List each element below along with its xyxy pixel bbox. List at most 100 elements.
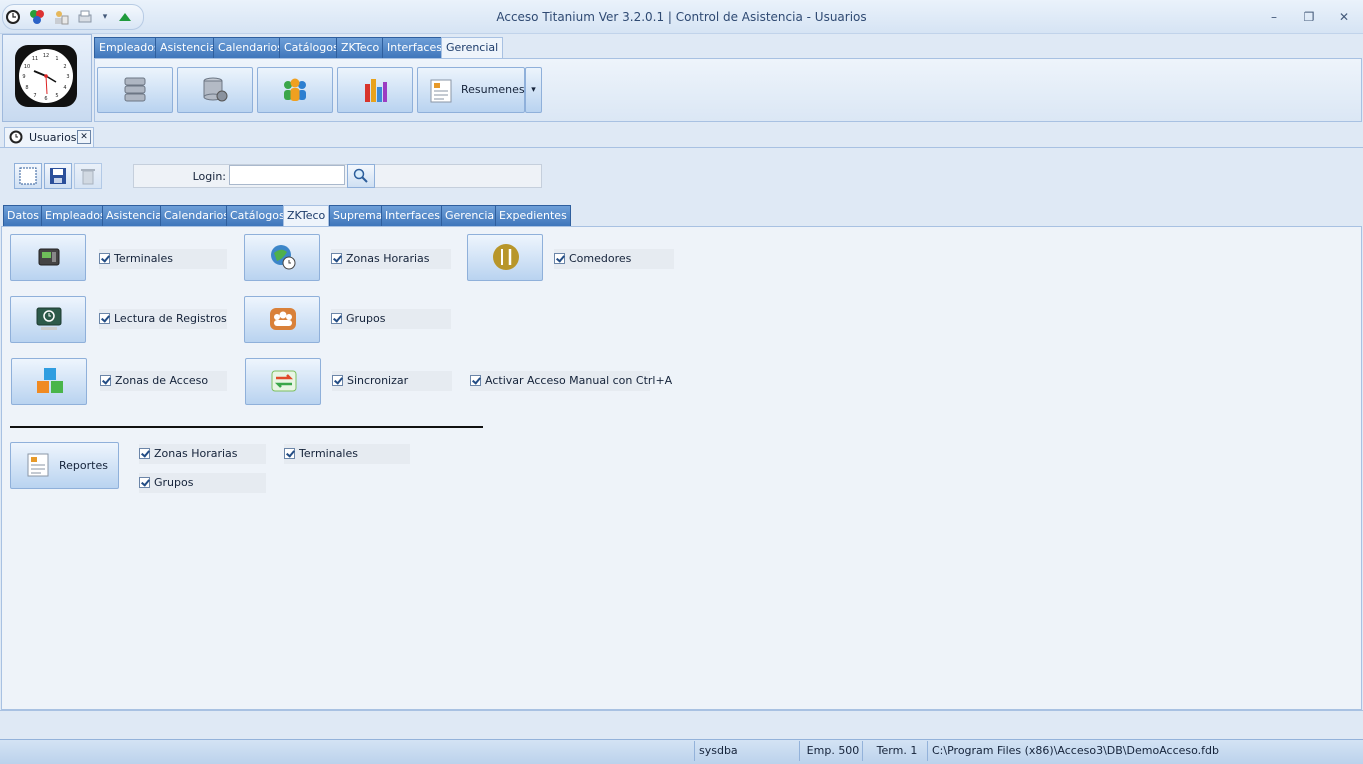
ribbon-tab-calendarios[interactable]: Calendarios — [213, 37, 288, 58]
app-menu-button[interactable]: 12 3 6 9 1245 7 8 10 11 — [2, 34, 92, 122]
resumenes-dropdown-button[interactable]: ▾ — [525, 67, 542, 113]
terminales-checkbox[interactable]: Terminales — [99, 249, 227, 269]
zonas-acceso-label: Zonas de Acceso — [115, 374, 209, 387]
close-button[interactable]: ✕ — [1330, 8, 1358, 26]
zonas-horarias-checkbox[interactable]: Zonas Horarias — [331, 249, 451, 269]
tab-calendarios[interactable]: Calendarios — [160, 205, 233, 226]
ribbon-tab-catalogos[interactable]: Catálogos — [279, 37, 344, 58]
tab-asistencia[interactable]: Asistencia — [102, 205, 166, 226]
bottom-panel — [0, 710, 1363, 739]
tab-gerencial[interactable]: Gerencial — [441, 205, 502, 226]
clock-tab-icon — [9, 130, 23, 147]
reportes-grupos-checkbox[interactable]: Grupos — [139, 473, 266, 493]
checkbox-checked-icon — [331, 253, 342, 264]
document-tab-close-button[interactable]: ✕ — [77, 130, 91, 144]
reportes-terminales-checkbox[interactable]: Terminales — [284, 444, 410, 464]
reportes-button[interactable]: Reportes — [10, 442, 119, 489]
login-label: Login: — [192, 170, 226, 183]
svg-text:9: 9 — [22, 74, 25, 80]
svg-text:11: 11 — [32, 56, 38, 62]
reportes-zonas-horarias-checkbox[interactable]: Zonas Horarias — [139, 444, 266, 464]
comedores-label: Comedores — [569, 252, 632, 265]
users-group-button[interactable] — [257, 67, 333, 113]
server-icon — [122, 76, 148, 104]
acceso-manual-label: Activar Acceso Manual con Ctrl+A — [485, 374, 673, 387]
tab-empleados[interactable]: Empleados — [41, 205, 110, 226]
terminal-device-icon — [35, 243, 63, 271]
checkbox-checked-icon — [331, 313, 342, 324]
status-employees: Emp. 500 — [799, 741, 862, 761]
svg-text:4: 4 — [63, 85, 66, 91]
database-server-button[interactable] — [97, 67, 173, 113]
login-input[interactable] — [229, 165, 345, 185]
document-tab-usuarios[interactable]: Usuarios ✕ — [4, 127, 94, 148]
acceso-manual-checkbox[interactable]: Activar Acceso Manual con Ctrl+A — [470, 371, 672, 391]
tab-zkteco[interactable]: ZKTeco — [283, 205, 330, 226]
checkbox-checked-icon — [470, 375, 481, 386]
resumenes-label: Resumenes — [461, 83, 525, 96]
bar-chart-icon — [362, 76, 388, 104]
restore-button[interactable]: ❐ — [1295, 8, 1323, 26]
report-icon — [25, 451, 53, 479]
zonas-acceso-button[interactable] — [11, 358, 87, 405]
zonas-horarias-button[interactable] — [244, 234, 320, 281]
terminales-button[interactable] — [10, 234, 86, 281]
window-title: Acceso Titanium Ver 3.2.0.1 | Control de… — [496, 10, 867, 24]
svg-text:1: 1 — [55, 56, 58, 62]
svg-text:5: 5 — [55, 93, 58, 99]
grupos-checkbox[interactable]: Grupos — [331, 309, 451, 329]
svg-text:3: 3 — [66, 74, 69, 80]
sincronizar-button[interactable] — [245, 358, 321, 405]
ribbon-tab-zkteco[interactable]: ZKTeco — [336, 37, 385, 58]
section-separator — [10, 426, 483, 428]
tab-catalogos[interactable]: Catálogos — [226, 205, 289, 226]
resumenes-button[interactable]: Resumenes — [417, 67, 525, 113]
ribbon-tab-interfaces[interactable]: Interfaces — [382, 37, 447, 58]
minimize-button[interactable]: – — [1260, 8, 1288, 26]
fork-knife-icon — [492, 243, 520, 271]
status-terminal: Term. 1 — [862, 741, 927, 761]
database-config-button[interactable] — [177, 67, 253, 113]
delete-button[interactable] — [74, 163, 102, 189]
charts-button[interactable] — [337, 67, 413, 113]
comedores-button[interactable] — [467, 234, 543, 281]
checkbox-checked-icon — [99, 253, 110, 264]
ribbon-tab-asistencia[interactable]: Asistencia — [155, 37, 221, 58]
checkbox-checked-icon — [139, 448, 150, 459]
reportes-zonas-horarias-label: Zonas Horarias — [154, 447, 238, 460]
document-divider — [0, 147, 1363, 148]
tab-interfaces[interactable]: Interfaces — [381, 205, 444, 226]
svg-text:8: 8 — [25, 85, 28, 91]
clock-icon: 12 3 6 9 1245 7 8 10 11 — [15, 45, 77, 107]
ribbon-tab-gerencial[interactable]: Gerencial — [441, 37, 504, 58]
tab-expedientes[interactable]: Expedientes — [495, 205, 571, 226]
grupos-label: Grupos — [346, 312, 386, 325]
tab-datos[interactable]: Datos — [3, 205, 43, 226]
svg-text:7: 7 — [33, 93, 36, 99]
save-button[interactable] — [44, 163, 72, 189]
search-button[interactable] — [347, 164, 375, 188]
lectura-registros-checkbox[interactable]: Lectura de Registros — [99, 309, 227, 329]
group-icon — [269, 305, 297, 333]
sync-icon — [270, 367, 298, 395]
checkbox-checked-icon — [332, 375, 343, 386]
grupos-button[interactable] — [244, 296, 320, 343]
status-db-path: C:\Program Files (x86)\Acceso3\DB\DemoAc… — [927, 741, 1352, 761]
status-user: sysdba — [694, 741, 799, 761]
new-button[interactable] — [14, 163, 42, 189]
lectura-registros-button[interactable] — [10, 296, 86, 343]
report-icon — [428, 77, 454, 105]
reportes-grupos-label: Grupos — [154, 476, 194, 489]
tab-suprema[interactable]: Suprema — [329, 205, 387, 226]
comedores-checkbox[interactable]: Comedores — [554, 249, 674, 269]
sincronizar-checkbox[interactable]: Sincronizar — [332, 371, 452, 391]
sincronizar-label: Sincronizar — [347, 374, 409, 387]
checkbox-checked-icon — [100, 375, 111, 386]
search-icon — [353, 168, 369, 187]
zonas-acceso-checkbox[interactable]: Zonas de Acceso — [100, 371, 227, 391]
database-gear-icon — [202, 76, 228, 104]
checkbox-checked-icon — [554, 253, 565, 264]
svg-text:12: 12 — [43, 53, 49, 59]
zkteco-panel — [1, 226, 1362, 710]
reportes-terminales-label: Terminales — [299, 447, 358, 460]
